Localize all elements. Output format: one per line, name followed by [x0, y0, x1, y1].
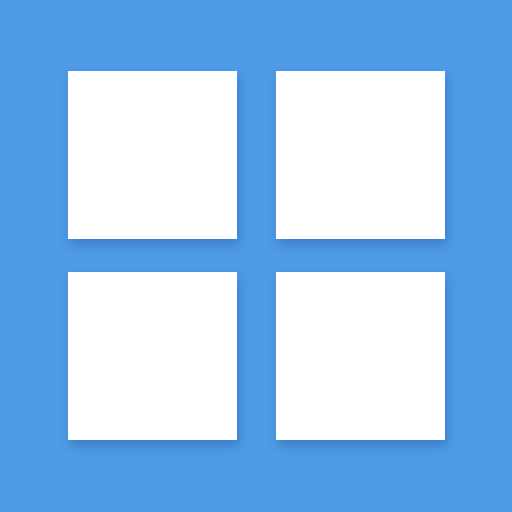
grid-icon — [0, 0, 512, 512]
grid-tile-top-left — [68, 71, 237, 239]
grid-tile-top-right — [276, 71, 445, 239]
grid-tile-bottom-right — [276, 272, 445, 440]
grid-tile-bottom-left — [68, 272, 237, 440]
